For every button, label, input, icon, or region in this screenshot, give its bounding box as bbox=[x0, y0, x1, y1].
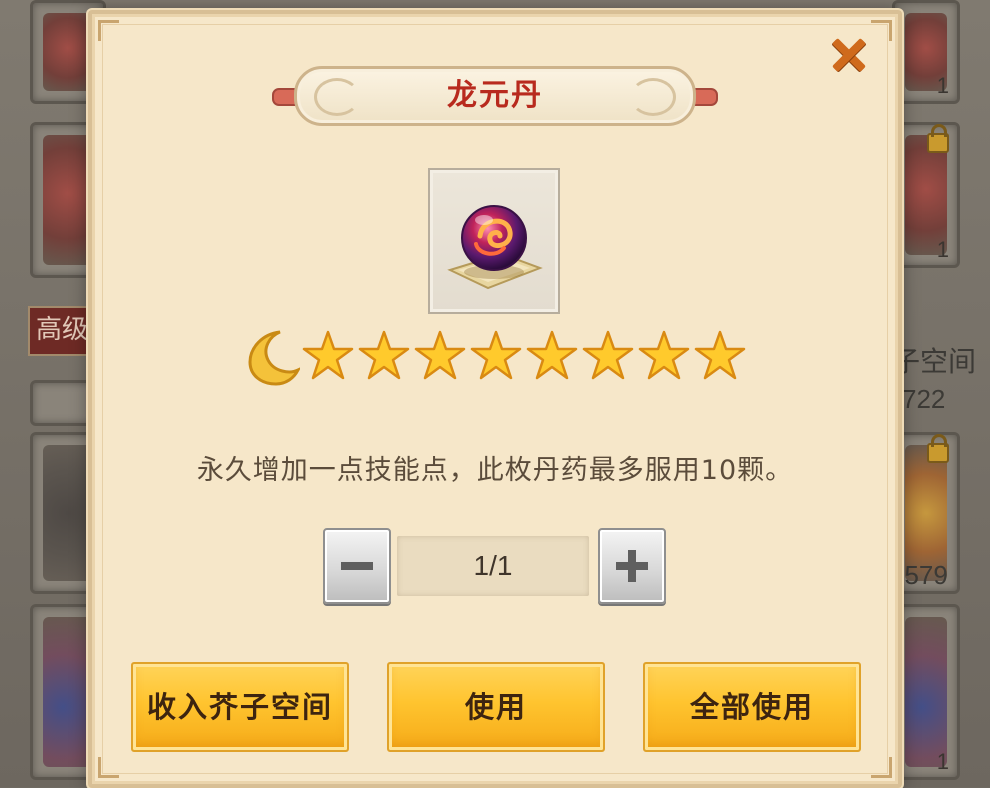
increase-quantity-button[interactable] bbox=[598, 528, 666, 604]
quantity-display: 1/1 bbox=[397, 536, 589, 596]
moon-icon bbox=[248, 330, 300, 386]
space-label: 子空间 bbox=[892, 345, 977, 378]
corner-ornament bbox=[98, 757, 119, 778]
slot-count: 1 bbox=[936, 237, 949, 262]
store-to-space-button[interactable]: 收入芥子空间 bbox=[131, 662, 349, 752]
star-icon bbox=[302, 330, 354, 380]
inventory-slot: 1 bbox=[892, 0, 960, 104]
inventory-slot: 1 bbox=[892, 122, 960, 268]
lock-icon bbox=[927, 124, 949, 153]
title-banner: 龙元丹 bbox=[272, 66, 718, 126]
dragon-pill-icon bbox=[447, 205, 543, 290]
item-description: 永久增加一点技能点，此枚丹药最多服用10颗。 bbox=[196, 455, 794, 486]
use-button[interactable]: 使用 bbox=[387, 662, 605, 752]
use-all-button[interactable]: 全部使用 bbox=[643, 662, 861, 752]
space-count: 722 bbox=[902, 384, 946, 414]
close-icon[interactable] bbox=[826, 32, 872, 78]
minus-icon bbox=[341, 562, 373, 570]
star-icon bbox=[414, 330, 466, 380]
star-icon bbox=[470, 330, 522, 380]
star-icon bbox=[694, 330, 746, 380]
star-icon bbox=[582, 330, 634, 380]
item-title: 龙元丹 bbox=[447, 78, 543, 113]
item-icon-frame bbox=[428, 168, 560, 314]
star-icon bbox=[638, 330, 690, 380]
corner-ornament bbox=[871, 757, 892, 778]
star-icon bbox=[358, 330, 410, 380]
slot-count: 1 bbox=[936, 73, 949, 98]
corner-ornament bbox=[98, 20, 119, 41]
slot-count: 1 bbox=[936, 749, 949, 774]
corner-ornament bbox=[871, 20, 892, 41]
inventory-slot: 1 bbox=[892, 604, 960, 780]
star-icon bbox=[526, 330, 578, 380]
decrease-quantity-button[interactable] bbox=[323, 528, 391, 604]
